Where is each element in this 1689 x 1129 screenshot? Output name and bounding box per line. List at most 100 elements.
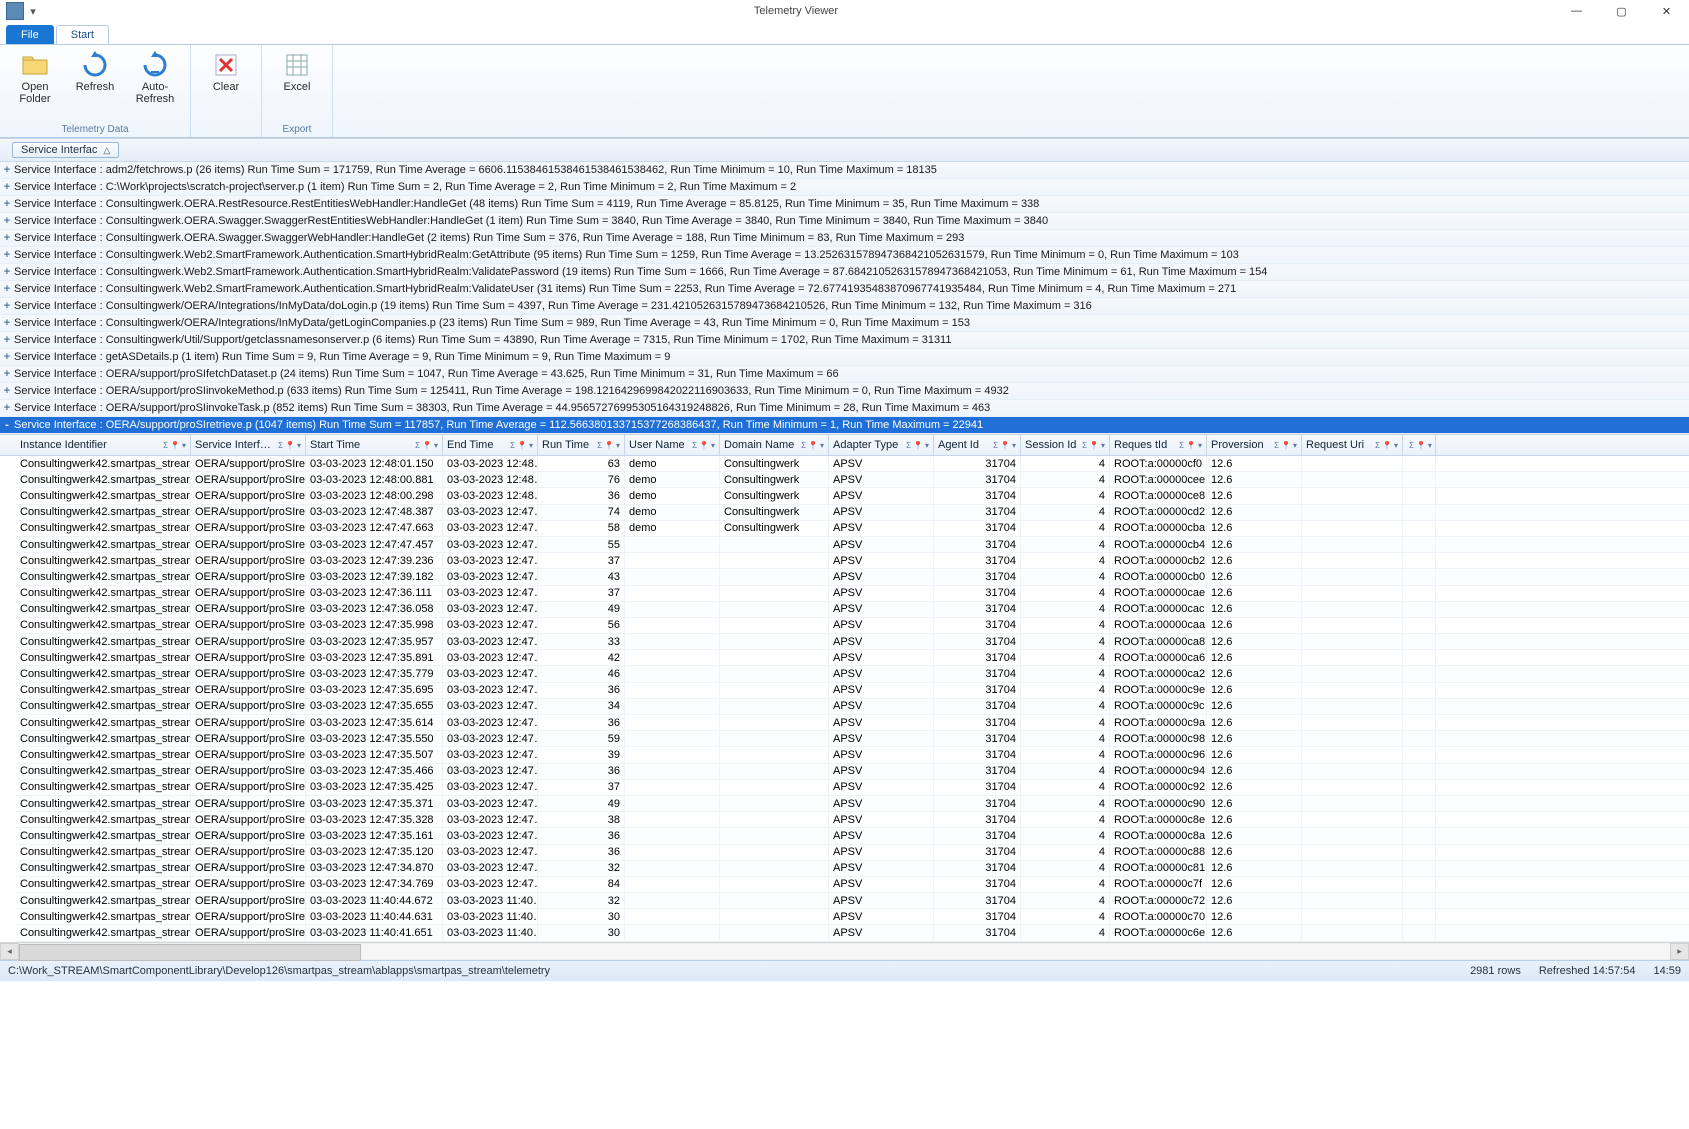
- pin-icon[interactable]: 📍: [1382, 441, 1392, 450]
- scroll-right-button[interactable]: ▸: [1670, 943, 1689, 960]
- group-row[interactable]: +Service Interface : getASDetails.p (1 i…: [0, 349, 1689, 366]
- table-row[interactable]: Consultingwerk42.smartpas_stream.126OERA…: [16, 764, 1689, 780]
- table-row[interactable]: Consultingwerk42.smartpas_stream.126OERA…: [16, 505, 1689, 521]
- group-row[interactable]: +Service Interface : Consultingwerk.OERA…: [0, 196, 1689, 213]
- expand-icon[interactable]: +: [0, 351, 14, 363]
- table-row[interactable]: Consultingwerk42.smartpas_stream.126OERA…: [16, 537, 1689, 553]
- pin-icon[interactable]: 📍: [1186, 441, 1196, 450]
- col-user[interactable]: User NameΣ📍▾: [625, 435, 720, 455]
- table-row[interactable]: Consultingwerk42.smartpas_stream.126OERA…: [16, 472, 1689, 488]
- col-start[interactable]: Start TimeΣ📍▾: [306, 435, 443, 455]
- excel-button[interactable]: Excel: [268, 47, 326, 97]
- auto-refresh-button[interactable]: Auto-Refresh: [126, 47, 184, 109]
- table-row[interactable]: Consultingwerk42.smartpas_stream.126OERA…: [16, 586, 1689, 602]
- filter-icon[interactable]: ▾: [616, 441, 620, 450]
- filter-icon[interactable]: ▾: [182, 441, 186, 450]
- expand-icon[interactable]: +: [0, 266, 14, 278]
- group-row[interactable]: +Service Interface : C:\Work\projects\sc…: [0, 179, 1689, 196]
- table-row[interactable]: Consultingwerk42.smartpas_stream.126OERA…: [16, 747, 1689, 763]
- expand-icon[interactable]: +: [0, 198, 14, 210]
- filter-icon[interactable]: ▾: [1428, 441, 1432, 450]
- col-reqid[interactable]: Reques tIdΣ📍▾: [1110, 435, 1207, 455]
- table-row[interactable]: Consultingwerk42.smartpas_stream.126OERA…: [16, 893, 1689, 909]
- group-row[interactable]: +Service Interface : Consultingwerk/OERA…: [0, 298, 1689, 315]
- group-row[interactable]: +Service Interface : Consultingwerk.Web2…: [0, 281, 1689, 298]
- maximize-button[interactable]: ▢: [1599, 0, 1644, 22]
- filter-icon[interactable]: ▾: [529, 441, 533, 450]
- table-row[interactable]: Consultingwerk42.smartpas_stream.126OERA…: [16, 602, 1689, 618]
- sigma-icon[interactable]: Σ: [597, 441, 602, 450]
- group-row[interactable]: +Service Interface : Consultingwerk/Util…: [0, 332, 1689, 349]
- scroll-left-button[interactable]: ◂: [0, 943, 19, 960]
- table-row[interactable]: Consultingwerk42.smartpas_stream.126OERA…: [16, 569, 1689, 585]
- pin-icon[interactable]: 📍: [1089, 441, 1099, 450]
- refresh-button[interactable]: Refresh: [66, 47, 124, 109]
- group-by-chip[interactable]: Service Interfac △: [12, 142, 119, 158]
- sigma-icon[interactable]: Σ: [510, 441, 515, 450]
- expand-icon[interactable]: +: [0, 181, 14, 193]
- group-row[interactable]: +Service Interface : Consultingwerk.OERA…: [0, 213, 1689, 230]
- tab-file[interactable]: File: [6, 25, 54, 44]
- filter-icon[interactable]: ▾: [820, 441, 824, 450]
- close-button[interactable]: ✕: [1644, 0, 1689, 22]
- sigma-icon[interactable]: Σ: [1375, 441, 1380, 450]
- table-row[interactable]: Consultingwerk42.smartpas_stream.126OERA…: [16, 683, 1689, 699]
- col-end[interactable]: End TimeΣ📍▾: [443, 435, 538, 455]
- sigma-icon[interactable]: Σ: [906, 441, 911, 450]
- pin-icon[interactable]: 📍: [1281, 441, 1291, 450]
- filter-icon[interactable]: ▾: [1101, 441, 1105, 450]
- filter-icon[interactable]: ▾: [925, 441, 929, 450]
- group-row[interactable]: +Service Interface : Consultingwerk.Web2…: [0, 264, 1689, 281]
- table-row[interactable]: Consultingwerk42.smartpas_stream.126OERA…: [16, 521, 1689, 537]
- table-row[interactable]: Consultingwerk42.smartpas_stream.126OERA…: [16, 731, 1689, 747]
- filter-icon[interactable]: ▾: [1293, 441, 1297, 450]
- table-row[interactable]: Consultingwerk42.smartpas_stream.126OERA…: [16, 812, 1689, 828]
- open-folder-button[interactable]: OpenFolder: [6, 47, 64, 109]
- pin-icon[interactable]: 📍: [517, 441, 527, 450]
- table-row[interactable]: Consultingwerk42.smartpas_stream.126OERA…: [16, 845, 1689, 861]
- sigma-icon[interactable]: Σ: [415, 441, 420, 450]
- col-requri[interactable]: Request UriΣ📍▾: [1302, 435, 1403, 455]
- group-row[interactable]: +Service Interface : adm2/fetchrows.p (2…: [0, 162, 1689, 179]
- filter-icon[interactable]: ▾: [711, 441, 715, 450]
- group-row[interactable]: +Service Interface : Consultingwerk.Web2…: [0, 247, 1689, 264]
- expand-icon[interactable]: +: [0, 215, 14, 227]
- tab-start[interactable]: Start: [56, 25, 109, 44]
- pin-icon[interactable]: 📍: [913, 441, 923, 450]
- group-row[interactable]: -Service Interface : OERA/support/proSIr…: [0, 417, 1689, 434]
- table-row[interactable]: Consultingwerk42.smartpas_stream.126OERA…: [16, 666, 1689, 682]
- scroll-thumb[interactable]: [19, 944, 361, 961]
- expand-icon[interactable]: +: [0, 402, 14, 414]
- sigma-icon[interactable]: Σ: [993, 441, 998, 450]
- sigma-icon[interactable]: Σ: [163, 441, 168, 450]
- col-prov[interactable]: ProversionΣ📍▾: [1207, 435, 1302, 455]
- sigma-icon[interactable]: Σ: [801, 441, 806, 450]
- col-instance[interactable]: Instance IdentifierΣ📍▾: [16, 435, 191, 455]
- table-row[interactable]: Consultingwerk42.smartpas_stream.126OERA…: [16, 828, 1689, 844]
- expand-icon[interactable]: +: [0, 334, 14, 346]
- table-row[interactable]: Consultingwerk42.smartpas_stream.126OERA…: [16, 715, 1689, 731]
- pin-icon[interactable]: 📍: [604, 441, 614, 450]
- group-row[interactable]: +Service Interface : Consultingwerk.OERA…: [0, 230, 1689, 247]
- pin-icon[interactable]: 📍: [170, 441, 180, 450]
- table-row[interactable]: Consultingwerk42.smartpas_stream.126OERA…: [16, 634, 1689, 650]
- pin-icon[interactable]: 📍: [285, 441, 295, 450]
- table-row[interactable]: Consultingwerk42.smartpas_stream.126OERA…: [16, 618, 1689, 634]
- minimize-button[interactable]: ―: [1554, 0, 1599, 22]
- filter-icon[interactable]: ▾: [1012, 441, 1016, 450]
- table-row[interactable]: Consultingwerk42.smartpas_stream.126OERA…: [16, 553, 1689, 569]
- col-re2[interactable]: ReΣ📍▾: [1403, 435, 1436, 455]
- col-domain[interactable]: Domain NameΣ📍▾: [720, 435, 829, 455]
- sigma-icon[interactable]: Σ: [1179, 441, 1184, 450]
- sigma-icon[interactable]: Σ: [278, 441, 283, 450]
- pin-icon[interactable]: 📍: [422, 441, 432, 450]
- sigma-icon[interactable]: Σ: [1409, 441, 1414, 450]
- col-svc[interactable]: Service InterfaceΣ📍▾: [191, 435, 306, 455]
- table-row[interactable]: Consultingwerk42.smartpas_stream.126OERA…: [16, 456, 1689, 472]
- filter-icon[interactable]: ▾: [434, 441, 438, 450]
- expand-icon[interactable]: +: [0, 300, 14, 312]
- table-row[interactable]: Consultingwerk42.smartpas_stream.126OERA…: [16, 780, 1689, 796]
- expand-icon[interactable]: +: [0, 385, 14, 397]
- expand-icon[interactable]: +: [0, 249, 14, 261]
- group-row[interactable]: +Service Interface : OERA/support/proSIi…: [0, 400, 1689, 417]
